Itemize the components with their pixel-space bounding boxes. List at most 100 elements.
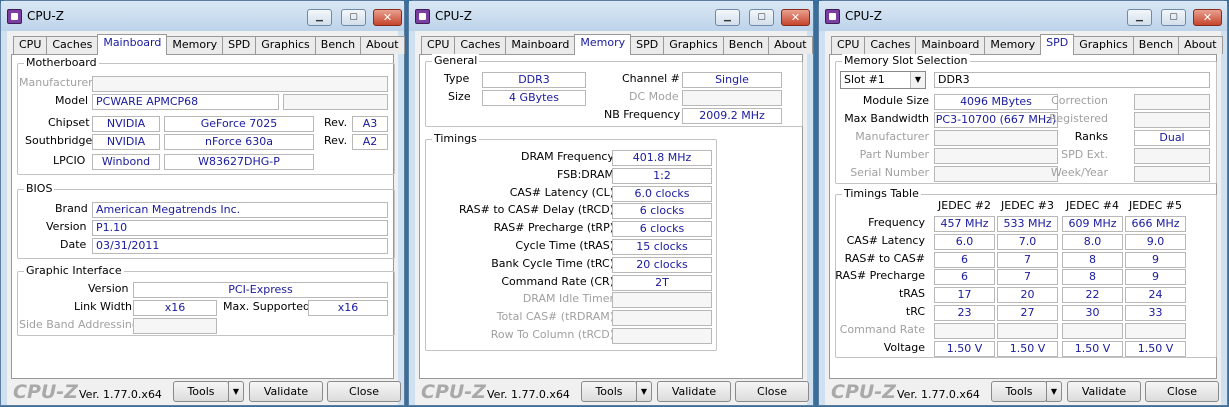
window-title: CPU-Z (27, 9, 64, 23)
timing-value-field (612, 328, 712, 344)
southbridge-label: Southbridge (25, 134, 93, 147)
tab-graphics[interactable]: Graphics (255, 36, 316, 54)
timing-value-field: 6.0 clocks (612, 185, 712, 202)
tab-mainboard[interactable]: Mainboard (915, 36, 986, 54)
bios-brand-field: American Megatrends Inc. (92, 202, 388, 218)
timing-row-label: Command Rate (839, 322, 925, 336)
southbridge-rev-label: Rev. (324, 134, 348, 147)
manufacturer-label: Manufacturer (19, 76, 93, 89)
timing-cell: 1.50 V (997, 340, 1058, 357)
timing-value-field: 401.8 MHz (612, 150, 712, 166)
slot-info-label: Ranks (1074, 130, 1108, 143)
model-label: Model (55, 94, 89, 107)
window-client: CPU Caches Mainboard Memory SPD Graphics… (415, 31, 813, 405)
slot-mem-type-field: DDR3 (934, 72, 1210, 88)
motherboard-title: Motherboard (24, 56, 99, 69)
timing-cell: 8 (1062, 251, 1123, 268)
timing-label: DRAM Idle Timer (522, 292, 614, 306)
cpuz-logo: CPU-Z (13, 381, 78, 403)
mem-type-field: DDR3 (482, 72, 586, 88)
tab-spd[interactable]: SPD (222, 36, 257, 54)
title-bar[interactable]: CPU-Z ▁ ▢ ✕ (409, 1, 813, 31)
title-bar[interactable]: CPU-Z ▁ ▢ ✕ (819, 1, 1227, 31)
tab-about[interactable]: About (768, 36, 813, 54)
tab-cpu[interactable]: CPU (13, 36, 48, 54)
tools-button[interactable]: Tools (581, 381, 637, 402)
tab-bar: CPU Caches Mainboard Memory SPD Graphics… (13, 34, 405, 55)
validate-button[interactable]: Validate (1067, 381, 1141, 402)
minimize-button[interactable]: ▁ (307, 9, 332, 26)
tools-dropdown-arrow-icon[interactable]: ▼ (1046, 381, 1062, 402)
tab-spd[interactable]: SPD (630, 36, 665, 54)
window-spd: CPU-Z ▁ ▢ ✕ CPU Caches Mainboard Memory … (818, 0, 1228, 406)
tab-graphics[interactable]: Graphics (663, 36, 724, 54)
jedec-column-header: JEDEC #3 (1001, 199, 1055, 212)
close-window-button[interactable]: ✕ (1193, 9, 1222, 26)
tab-memory[interactable]: Memory (984, 36, 1042, 54)
tab-caches[interactable]: Caches (454, 36, 507, 54)
slot-info-field: 4096 MBytes (934, 94, 1058, 110)
tab-about[interactable]: About (1178, 36, 1223, 54)
bios-title: BIOS (24, 182, 55, 195)
tab-bench[interactable]: Bench (1132, 36, 1180, 54)
chipset-rev-label: Rev. (324, 116, 348, 129)
timing-value-field (612, 292, 712, 309)
close-button[interactable]: Close (327, 381, 401, 402)
tab-memory[interactable]: Memory (166, 36, 224, 54)
maximize-button[interactable]: ▢ (341, 9, 366, 26)
close-button[interactable]: Close (1145, 381, 1219, 402)
tab-mainboard[interactable]: Mainboard (505, 36, 576, 54)
lpcio-vendor-field: Winbond (92, 154, 160, 170)
tab-about[interactable]: About (360, 36, 405, 54)
maximize-button[interactable]: ▢ (1161, 9, 1186, 26)
chipset-name-field: GeForce 7025 (164, 116, 314, 132)
title-bar[interactable]: CPU-Z ▁ ▢ ✕ (1, 1, 404, 31)
tools-button[interactable]: Tools (991, 381, 1047, 402)
tab-mainboard[interactable]: Mainboard (97, 34, 168, 55)
minimize-button[interactable]: ▁ (1127, 9, 1152, 26)
close-window-button[interactable]: ✕ (781, 9, 810, 26)
slot-select[interactable]: Slot #1 ▼ (840, 71, 926, 89)
timing-label: Row To Column (tRCD) (490, 328, 614, 341)
tools-dropdown-arrow-icon[interactable]: ▼ (636, 381, 652, 402)
tab-cpu[interactable]: CPU (421, 36, 456, 54)
timing-label: DRAM Frequency (520, 150, 614, 163)
tab-cpu[interactable]: CPU (831, 36, 866, 54)
slot-info-field (934, 130, 1058, 146)
tab-memory[interactable]: Memory (574, 34, 632, 55)
minimize-button[interactable]: ▁ (715, 9, 740, 26)
maximize-button[interactable]: ▢ (749, 9, 774, 26)
slot-info-field (934, 166, 1058, 182)
tools-button[interactable]: Tools (173, 381, 229, 402)
chipset-rev-field: A3 (352, 116, 388, 132)
tab-caches[interactable]: Caches (864, 36, 917, 54)
slot-info-label: Registered (1049, 112, 1108, 125)
bios-version-label: Version (46, 220, 87, 233)
slot-info-field (1134, 112, 1210, 128)
timing-row-label: tRC (905, 305, 925, 318)
timing-cell: 9 (1125, 251, 1186, 268)
timing-cell: 20 (997, 287, 1058, 304)
validate-button[interactable]: Validate (249, 381, 323, 402)
timing-label: Total CAS# (tRDRAM) (496, 310, 614, 324)
tools-dropdown-arrow-icon[interactable]: ▼ (228, 381, 244, 402)
general-group: General Type DDR3 Size 4 GBytes Channel … (425, 54, 803, 127)
tab-bench[interactable]: Bench (314, 36, 362, 54)
timing-label: FSB:DRAM (556, 167, 614, 181)
dc-mode-label: DC Mode (629, 90, 679, 103)
validate-button[interactable]: Validate (657, 381, 731, 402)
tab-spd[interactable]: SPD (1040, 34, 1075, 55)
close-button[interactable]: Close (735, 381, 809, 402)
window-client: CPU Caches Mainboard Memory SPD Graphics… (7, 31, 405, 405)
tab-caches[interactable]: Caches (46, 36, 99, 54)
bottom-bar: CPU-Z Ver. 1.77.0.x64 Tools ▼ Validate C… (825, 379, 1221, 407)
timing-cell: 6 (934, 269, 995, 286)
tab-bench[interactable]: Bench (722, 36, 770, 54)
timings-title: Timings (432, 132, 479, 145)
timing-cell: 8.0 (1062, 233, 1123, 250)
close-window-button[interactable]: ✕ (373, 9, 402, 26)
side-band-label: Side Band Addressing (19, 318, 139, 331)
max-supported-field: x16 (308, 300, 388, 316)
timing-cell: 27 (997, 305, 1058, 321)
tab-graphics[interactable]: Graphics (1073, 36, 1134, 54)
